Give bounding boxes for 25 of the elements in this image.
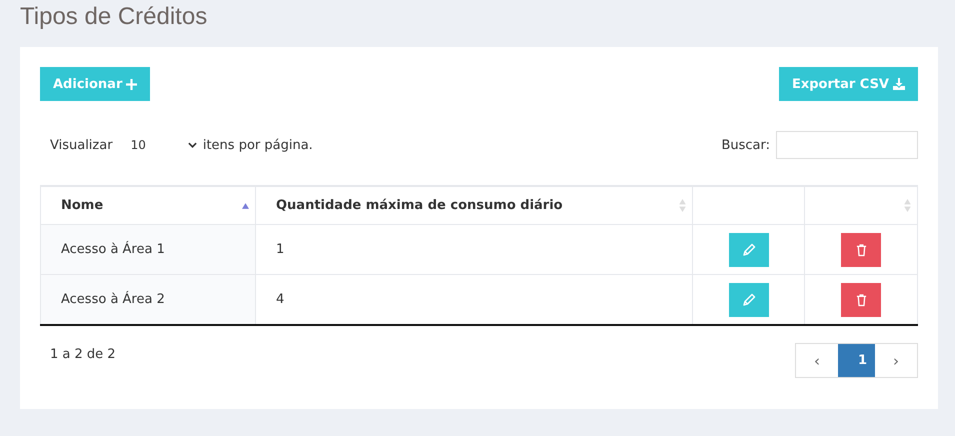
page-size-select[interactable]: 10 [130, 138, 197, 152]
column-header[interactable] [692, 186, 804, 224]
table-cell: Acesso à Área 1 [40, 224, 256, 274]
pencil-icon [742, 292, 756, 306]
page-title: Tipos de Créditos [20, 2, 208, 32]
column-header[interactable]: Quantidade máxima de consumo diário [256, 186, 692, 224]
page-size-suffix: itens por página. [202, 138, 313, 152]
edit-button[interactable] [728, 232, 768, 266]
delete-button[interactable] [841, 282, 881, 316]
results-info: 1 a 2 de 2 [50, 347, 116, 362]
table-cell: 1 [256, 224, 692, 274]
plus-icon [126, 78, 138, 90]
trash-icon [856, 242, 866, 256]
chevron-down-icon [188, 142, 197, 148]
search-label: Buscar: [721, 138, 770, 152]
page-button[interactable]: 1 [838, 344, 875, 377]
table-cell: Acesso à Área 2 [40, 274, 256, 325]
page-size-label: Visualizar [50, 138, 113, 152]
column-header[interactable] [804, 186, 918, 224]
search-field[interactable] [776, 131, 918, 159]
trash-icon [856, 292, 866, 306]
download-icon [893, 78, 905, 90]
pencil-icon [742, 242, 756, 256]
delete-button[interactable] [841, 232, 881, 266]
edit-button[interactable] [728, 282, 768, 316]
